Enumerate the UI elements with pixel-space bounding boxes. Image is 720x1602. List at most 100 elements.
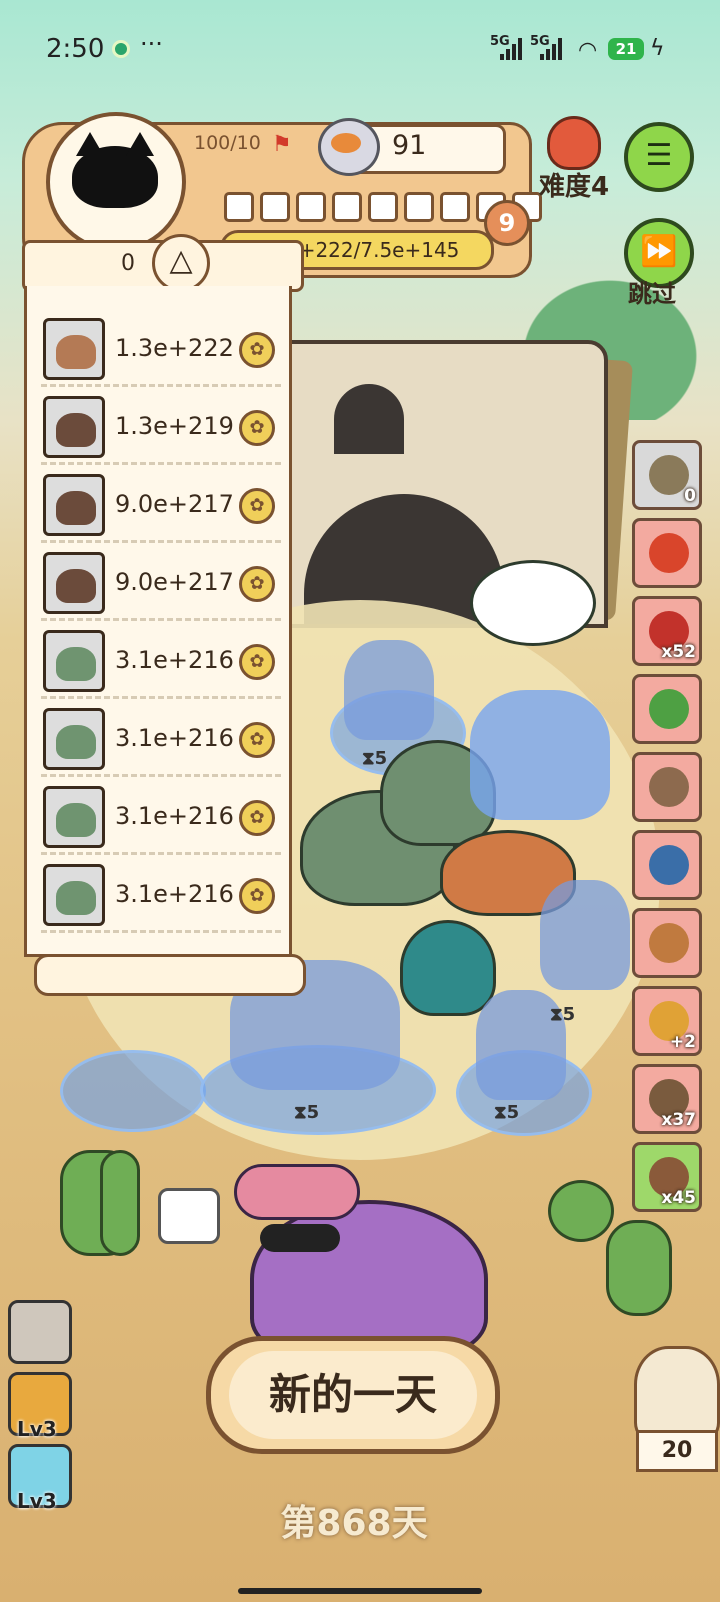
- player-avatar[interactable]: [46, 112, 186, 252]
- ranking-row[interactable]: 9.0e+217 ✿: [41, 474, 281, 543]
- paw-coin-icon: ✿: [239, 332, 275, 368]
- portal-button[interactable]: [8, 1300, 72, 1364]
- ghost-shoebill[interactable]: [344, 640, 434, 740]
- owl-count: 20: [636, 1430, 718, 1472]
- cactus: [100, 1150, 140, 1256]
- earnings-value: 3.1e+216: [115, 880, 234, 908]
- brachiosaurus-icon: [56, 725, 96, 759]
- earnings-value: 3.1e+216: [115, 646, 234, 674]
- app-notification-icon: [112, 40, 130, 58]
- triangle-up-icon: △: [169, 243, 193, 278]
- item-plus-two-bag[interactable]: +2: [632, 986, 702, 1056]
- item-gingerbread[interactable]: [632, 908, 702, 978]
- item-pagoda[interactable]: [632, 830, 702, 900]
- earnings-ranking-panel[interactable]: 0 △ 1.3e+222 ✿ 1.3e+219 ✿ 9.0e+217 ✿ 9.0…: [22, 234, 306, 1000]
- timer-label: ⧗5: [294, 1102, 320, 1123]
- ranking-row[interactable]: 1.3e+222 ✿: [41, 318, 281, 387]
- ranking-list[interactable]: 1.3e+222 ✿ 1.3e+219 ✿ 9.0e+217 ✿ 9.0e+21…: [24, 286, 292, 957]
- paw-coin-icon: ✿: [239, 410, 275, 446]
- gingerbread-icon: [649, 923, 689, 963]
- coin-value: 91: [392, 130, 427, 161]
- blue-peacock[interactable]: [470, 690, 610, 820]
- seed-bag-icon: [649, 455, 689, 495]
- item-red-sack[interactable]: x52: [632, 596, 702, 666]
- item-turtle-shell[interactable]: x37: [632, 1064, 702, 1134]
- difficulty-label: 难度4: [538, 172, 610, 202]
- brachiosaurus-icon: [56, 803, 96, 837]
- item-count: x37: [661, 1110, 696, 1130]
- earnings-value: 3.1e+216: [115, 724, 234, 752]
- feather-icon: [649, 533, 689, 573]
- ghost-shoebill[interactable]: [540, 880, 630, 990]
- pterosaur-bubble[interactable]: [470, 560, 596, 646]
- skip-label: 跳过: [628, 280, 676, 308]
- ranking-row[interactable]: 3.1e+216 ✿: [41, 864, 281, 933]
- pip: [368, 192, 398, 222]
- paw-coin-icon: ✿: [239, 488, 275, 524]
- charging-icon: ϟ: [650, 36, 665, 61]
- paw-coin-icon: ✿: [239, 644, 275, 680]
- purple-cat-customer[interactable]: [234, 1164, 488, 1358]
- fast-forward-icon: ⏩: [640, 234, 678, 269]
- wifi-icon: ◠: [578, 38, 598, 63]
- ranking-count: 0: [121, 251, 135, 276]
- item-feather[interactable]: [632, 518, 702, 588]
- peacock[interactable]: [400, 920, 496, 1016]
- pip: [260, 192, 290, 222]
- pagoda-icon: [649, 845, 689, 885]
- animal-thumbnail: [43, 708, 105, 770]
- shoebill-icon: [56, 569, 96, 603]
- new-day-button[interactable]: 新的一天: [206, 1336, 500, 1454]
- pip: [224, 192, 254, 222]
- ranking-row[interactable]: 3.1e+216 ✿: [41, 708, 281, 777]
- item-count: 0: [684, 486, 696, 506]
- cactus: [548, 1180, 614, 1242]
- paw-coin-icon: ✿: [239, 566, 275, 602]
- ranking-row[interactable]: 9.0e+217 ✿: [41, 552, 281, 621]
- level-label: Lv3: [17, 1417, 57, 1441]
- paw-coin-icon: ✿: [239, 800, 275, 836]
- cactus: [606, 1220, 672, 1316]
- timer-label: ⧗5: [494, 1102, 520, 1123]
- paw-coin-icon: ✿: [239, 878, 275, 914]
- certificate-icon[interactable]: [158, 1188, 220, 1244]
- animal-thumbnail: [43, 552, 105, 614]
- earnings-value: 9.0e+217: [115, 490, 234, 518]
- pip: [404, 192, 434, 222]
- status-bar: 2:50 ··· 5G 5G ◠ 21 ϟ: [0, 0, 720, 100]
- animal-thumbnail: [43, 786, 105, 848]
- ranking-row[interactable]: 3.1e+216 ✿: [41, 786, 281, 855]
- cat-food-can-icon: [318, 118, 380, 176]
- pip: [332, 192, 362, 222]
- timer-label: ⧗5: [550, 1004, 576, 1025]
- item-fishbone[interactable]: [632, 752, 702, 822]
- animal-thumbnail: [43, 474, 105, 536]
- ranking-row[interactable]: 1.3e+219 ✿: [41, 396, 281, 465]
- battery-level: 21: [608, 38, 644, 60]
- item-count: x45: [661, 1188, 696, 1208]
- mammoth-icon: [56, 335, 96, 369]
- skull-button[interactable]: Lv3: [8, 1372, 72, 1441]
- animal-thumbnail: [43, 318, 105, 380]
- home-indicator[interactable]: [238, 1588, 482, 1594]
- item-tea-cup[interactable]: x45: [632, 1142, 702, 1212]
- difficulty-button[interactable]: 难度4: [534, 116, 614, 202]
- earnings-value: 1.3e+219: [115, 412, 234, 440]
- brachiosaurus-icon: [56, 647, 96, 681]
- more-icon: ···: [140, 30, 163, 58]
- slot-circle[interactable]: [60, 1050, 206, 1132]
- owl-icon[interactable]: [634, 1346, 720, 1442]
- shoebill-icon: [56, 413, 96, 447]
- game-scene: 2:50 ··· 5G 5G ◠ 21 ϟ ⧗5 ⧗5 ⧗5 ⧗5 100/10…: [0, 0, 720, 1602]
- item-seed-bag[interactable]: 0: [632, 440, 702, 510]
- earnings-value: 3.1e+216: [115, 802, 234, 830]
- animal-thumbnail: [43, 864, 105, 926]
- menu-button[interactable]: ☰: [624, 122, 694, 192]
- item-count: +2: [669, 1032, 696, 1052]
- ranking-row[interactable]: 3.1e+216 ✿: [41, 630, 281, 699]
- day-counter: 第868天: [280, 1503, 428, 1544]
- item-green-slime[interactable]: [632, 674, 702, 744]
- clock: 2:50: [46, 34, 105, 64]
- pip: [296, 192, 326, 222]
- collapse-toggle-button[interactable]: △: [152, 234, 210, 292]
